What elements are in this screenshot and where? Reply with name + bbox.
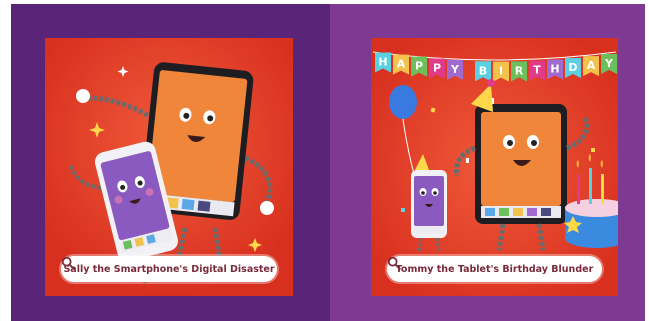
book-cover-tommy[interactable]: HAPPYBIRTHDAY Tommy the Tablet's Birthda…	[371, 38, 618, 296]
book-cover-sally[interactable]: Sally the Smartphone's Digital Disaster	[45, 38, 293, 296]
book-gallery: Sally the Smartphone's Digital Disaster	[0, 0, 651, 321]
book-panel-tommy[interactable]: HAPPYBIRTHDAY Tommy the Tablet's Birthda…	[330, 4, 645, 321]
banner-letter: D	[568, 61, 577, 74]
banner-letter: P	[415, 60, 423, 73]
banner-letter: Y	[450, 63, 460, 76]
banner-letter: H	[550, 63, 559, 76]
banner-letter: A	[587, 59, 596, 72]
banner-letter: R	[515, 64, 524, 77]
banner-letter: Y	[604, 57, 614, 70]
book-title-sally: Sally the Smartphone's Digital Disaster	[63, 263, 275, 275]
banner-letter: A	[397, 58, 406, 71]
banner-letter: T	[533, 64, 541, 77]
banner-letter: H	[378, 55, 387, 68]
search-icon[interactable]	[61, 256, 75, 270]
balloon	[389, 85, 417, 119]
banner-letter: P	[433, 61, 441, 74]
search-icon[interactable]	[387, 256, 401, 270]
search-bar-tommy[interactable]: Tommy the Tablet's Birthday Blunder	[387, 256, 602, 282]
book-title-tommy: Tommy the Tablet's Birthday Blunder	[395, 263, 594, 275]
search-bar-sally[interactable]: Sally the Smartphone's Digital Disaster	[61, 256, 277, 282]
banner-letter: I	[499, 65, 503, 78]
book-panel-sally[interactable]: Sally the Smartphone's Digital Disaster	[11, 4, 330, 321]
banner-letter: B	[479, 64, 487, 77]
